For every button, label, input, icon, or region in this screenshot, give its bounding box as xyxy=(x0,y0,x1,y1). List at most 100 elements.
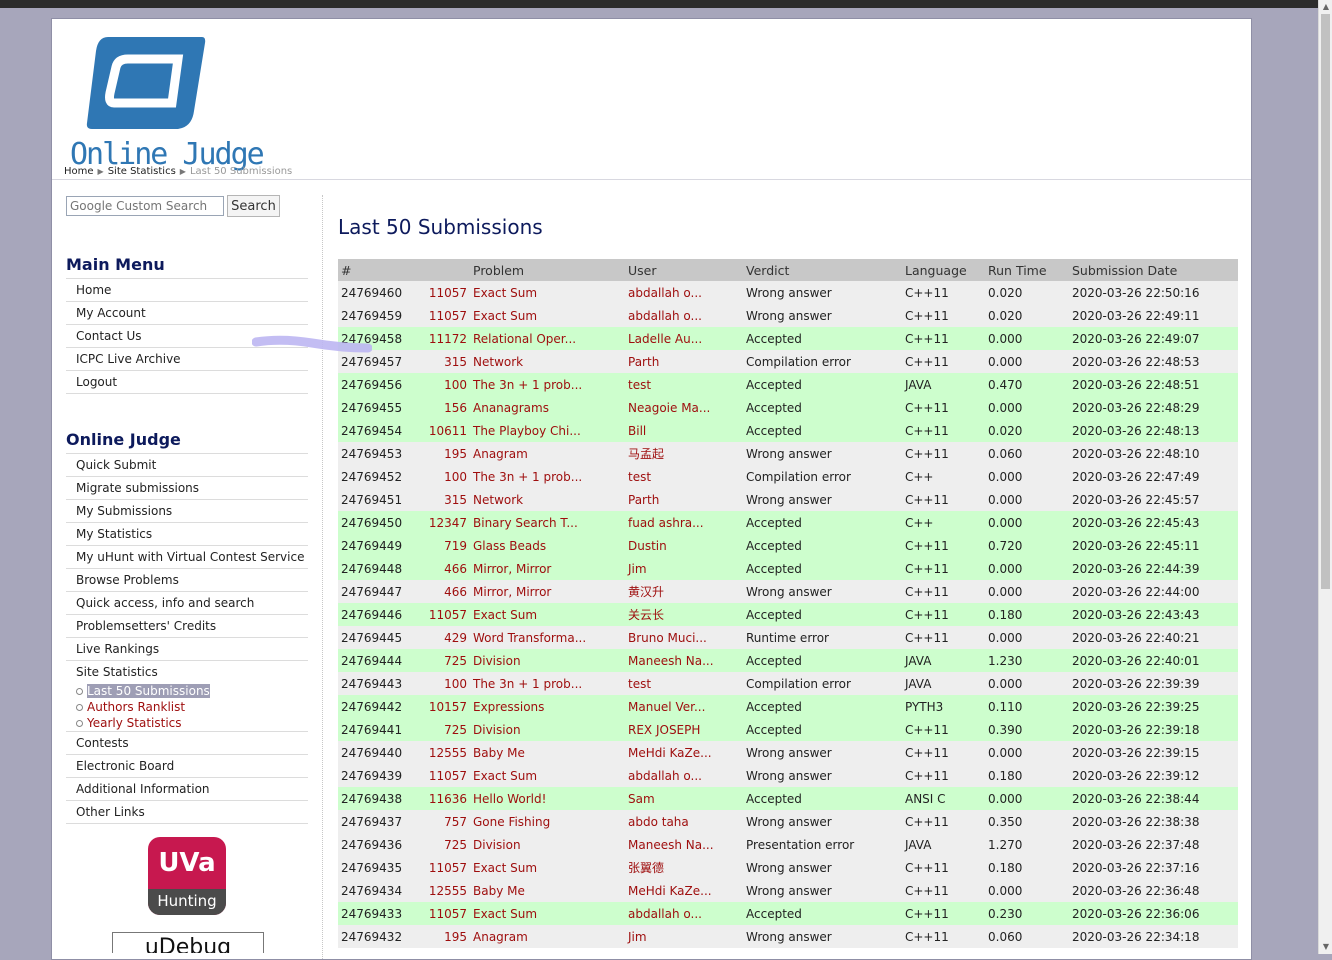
problem-number-cell[interactable]: 11057 xyxy=(420,603,470,626)
problem-number-cell[interactable]: 11057 xyxy=(420,902,470,925)
scroll-up-arrow-icon[interactable]: ▲ xyxy=(1321,2,1331,12)
user-name-cell[interactable]: abdo taha xyxy=(625,810,743,833)
user-name-cell[interactable]: MeHdi KaZe... xyxy=(625,741,743,764)
oj-menu-item-migrate-submissions[interactable]: Migrate submissions xyxy=(66,476,308,499)
problem-number-cell[interactable]: 11172 xyxy=(420,327,470,350)
user-name-cell[interactable]: Maneesh Na... xyxy=(625,649,743,672)
problem-title-cell[interactable]: Division xyxy=(470,649,625,672)
oj-menu-item-other-links[interactable]: Other Links xyxy=(66,800,308,824)
problem-title-cell[interactable]: Gone Fishing xyxy=(470,810,625,833)
vertical-scrollbar[interactable]: ▲ ▼ xyxy=(1318,0,1332,954)
user-name-cell[interactable]: test xyxy=(625,672,743,695)
user-name-cell[interactable]: Parth xyxy=(625,350,743,373)
main-menu-item-home[interactable]: Home xyxy=(66,278,308,301)
user-name-cell[interactable]: abdallah o... xyxy=(625,304,743,327)
oj-menu-item-browse-problems[interactable]: Browse Problems xyxy=(66,568,308,591)
udebug-logo[interactable]: uDebug xyxy=(112,932,264,953)
user-name-cell[interactable]: 黄汉升 xyxy=(625,580,743,603)
oj-menu-item-live-rankings[interactable]: Live Rankings xyxy=(66,637,308,660)
problem-number-cell[interactable]: 725 xyxy=(420,718,470,741)
problem-title-cell[interactable]: Glass Beads xyxy=(470,534,625,557)
problem-title-cell[interactable]: Network xyxy=(470,350,625,373)
search-input[interactable] xyxy=(66,196,224,216)
problem-number-cell[interactable]: 12347 xyxy=(420,511,470,534)
problem-title-cell[interactable]: The Playboy Chi... xyxy=(470,419,625,442)
main-menu-item-my-account[interactable]: My Account xyxy=(66,301,308,324)
problem-title-cell[interactable]: Word Transforma... xyxy=(470,626,625,649)
problem-title-cell[interactable]: Exact Sum xyxy=(470,304,625,327)
problem-title-cell[interactable]: Division xyxy=(470,833,625,856)
scrollbar-thumb[interactable] xyxy=(1321,14,1330,589)
problem-title-cell[interactable]: Mirror, Mirror xyxy=(470,580,625,603)
problem-number-cell[interactable]: 195 xyxy=(420,442,470,465)
problem-title-cell[interactable]: Exact Sum xyxy=(470,764,625,787)
oj-menu-item-my-statistics[interactable]: My Statistics xyxy=(66,522,308,545)
user-name-cell[interactable]: fuad ashra... xyxy=(625,511,743,534)
problem-title-cell[interactable]: Baby Me xyxy=(470,879,625,902)
user-name-cell[interactable]: Parth xyxy=(625,488,743,511)
online-judge-logo-icon[interactable] xyxy=(86,31,206,133)
scroll-down-arrow-icon[interactable]: ▼ xyxy=(1321,942,1331,952)
user-name-cell[interactable]: Sam xyxy=(625,787,743,810)
user-name-cell[interactable]: Jim xyxy=(625,925,743,948)
problem-title-cell[interactable]: Exact Sum xyxy=(470,603,625,626)
problem-title-cell[interactable]: Exact Sum xyxy=(470,281,625,304)
user-name-cell[interactable]: Jim xyxy=(625,557,743,580)
user-name-cell[interactable]: Manuel Ver... xyxy=(625,695,743,718)
problem-title-cell[interactable]: Relational Oper... xyxy=(470,327,625,350)
problem-title-cell[interactable]: Ananagrams xyxy=(470,396,625,419)
problem-title-cell[interactable]: Exact Sum xyxy=(470,856,625,879)
problem-title-cell[interactable]: Exact Sum xyxy=(470,902,625,925)
user-name-cell[interactable]: REX JOSEPH xyxy=(625,718,743,741)
problem-number-cell[interactable]: 466 xyxy=(420,580,470,603)
main-menu-item-logout[interactable]: Logout xyxy=(66,370,308,394)
problem-title-cell[interactable]: Binary Search T... xyxy=(470,511,625,534)
oj-menu-item-problemsetters-credits[interactable]: Problemsetters' Credits xyxy=(66,614,308,637)
user-name-cell[interactable]: Dustin xyxy=(625,534,743,557)
problem-number-cell[interactable]: 195 xyxy=(420,925,470,948)
problem-number-cell[interactable]: 719 xyxy=(420,534,470,557)
problem-number-cell[interactable]: 100 xyxy=(420,672,470,695)
problem-title-cell[interactable]: Mirror, Mirror xyxy=(470,557,625,580)
user-name-cell[interactable]: abdallah o... xyxy=(625,764,743,787)
user-name-cell[interactable]: abdallah o... xyxy=(625,902,743,925)
problem-number-cell[interactable]: 11057 xyxy=(420,304,470,327)
user-name-cell[interactable]: Maneesh Na... xyxy=(625,833,743,856)
uva-hunting-badge[interactable]: UVa Hunting xyxy=(148,837,226,915)
problem-number-cell[interactable]: 315 xyxy=(420,488,470,511)
problem-number-cell[interactable]: 10611 xyxy=(420,419,470,442)
user-name-cell[interactable]: 关云长 xyxy=(625,603,743,626)
problem-number-cell[interactable]: 11636 xyxy=(420,787,470,810)
user-name-cell[interactable]: Neagoie Ma... xyxy=(625,396,743,419)
oj-menu-item-uhunt[interactable]: My uHunt with Virtual Contest Service xyxy=(66,545,308,568)
oj-menu-item-my-submissions[interactable]: My Submissions xyxy=(66,499,308,522)
breadcrumb-site-statistics[interactable]: Site Statistics xyxy=(108,166,176,177)
user-name-cell[interactable]: Bill xyxy=(625,419,743,442)
problem-title-cell[interactable]: Division xyxy=(470,718,625,741)
user-name-cell[interactable]: abdallah o... xyxy=(625,281,743,304)
problem-title-cell[interactable]: The 3n + 1 prob... xyxy=(470,672,625,695)
user-name-cell[interactable]: Bruno Muci... xyxy=(625,626,743,649)
problem-number-cell[interactable]: 12555 xyxy=(420,741,470,764)
oj-menu-item-site-statistics[interactable]: Site Statistics xyxy=(66,660,308,683)
problem-title-cell[interactable]: Expressions xyxy=(470,695,625,718)
problem-number-cell[interactable]: 429 xyxy=(420,626,470,649)
problem-number-cell[interactable]: 11057 xyxy=(420,856,470,879)
problem-number-cell[interactable]: 100 xyxy=(420,465,470,488)
user-name-cell[interactable]: MeHdi KaZe... xyxy=(625,879,743,902)
problem-title-cell[interactable]: The 3n + 1 prob... xyxy=(470,373,625,396)
problem-number-cell[interactable]: 725 xyxy=(420,649,470,672)
problem-number-cell[interactable]: 100 xyxy=(420,373,470,396)
problem-title-cell[interactable]: Network xyxy=(470,488,625,511)
user-name-cell[interactable]: 马孟起 xyxy=(625,442,743,465)
oj-menu-item-additional-information[interactable]: Additional Information xyxy=(66,777,308,800)
oj-menu-item-contests[interactable]: Contests xyxy=(66,731,308,754)
problem-title-cell[interactable]: Baby Me xyxy=(470,741,625,764)
problem-title-cell[interactable]: Hello World! xyxy=(470,787,625,810)
oj-menu-item-quick-access[interactable]: Quick access, info and search xyxy=(66,591,308,614)
problem-number-cell[interactable]: 11057 xyxy=(420,764,470,787)
problem-number-cell[interactable]: 10157 xyxy=(420,695,470,718)
oj-submenu-item-authors-ranklist[interactable]: Authors Ranklist xyxy=(66,699,308,715)
oj-submenu-item-last-50-submissions[interactable]: Last 50 Submissions xyxy=(66,683,308,699)
problem-number-cell[interactable]: 757 xyxy=(420,810,470,833)
